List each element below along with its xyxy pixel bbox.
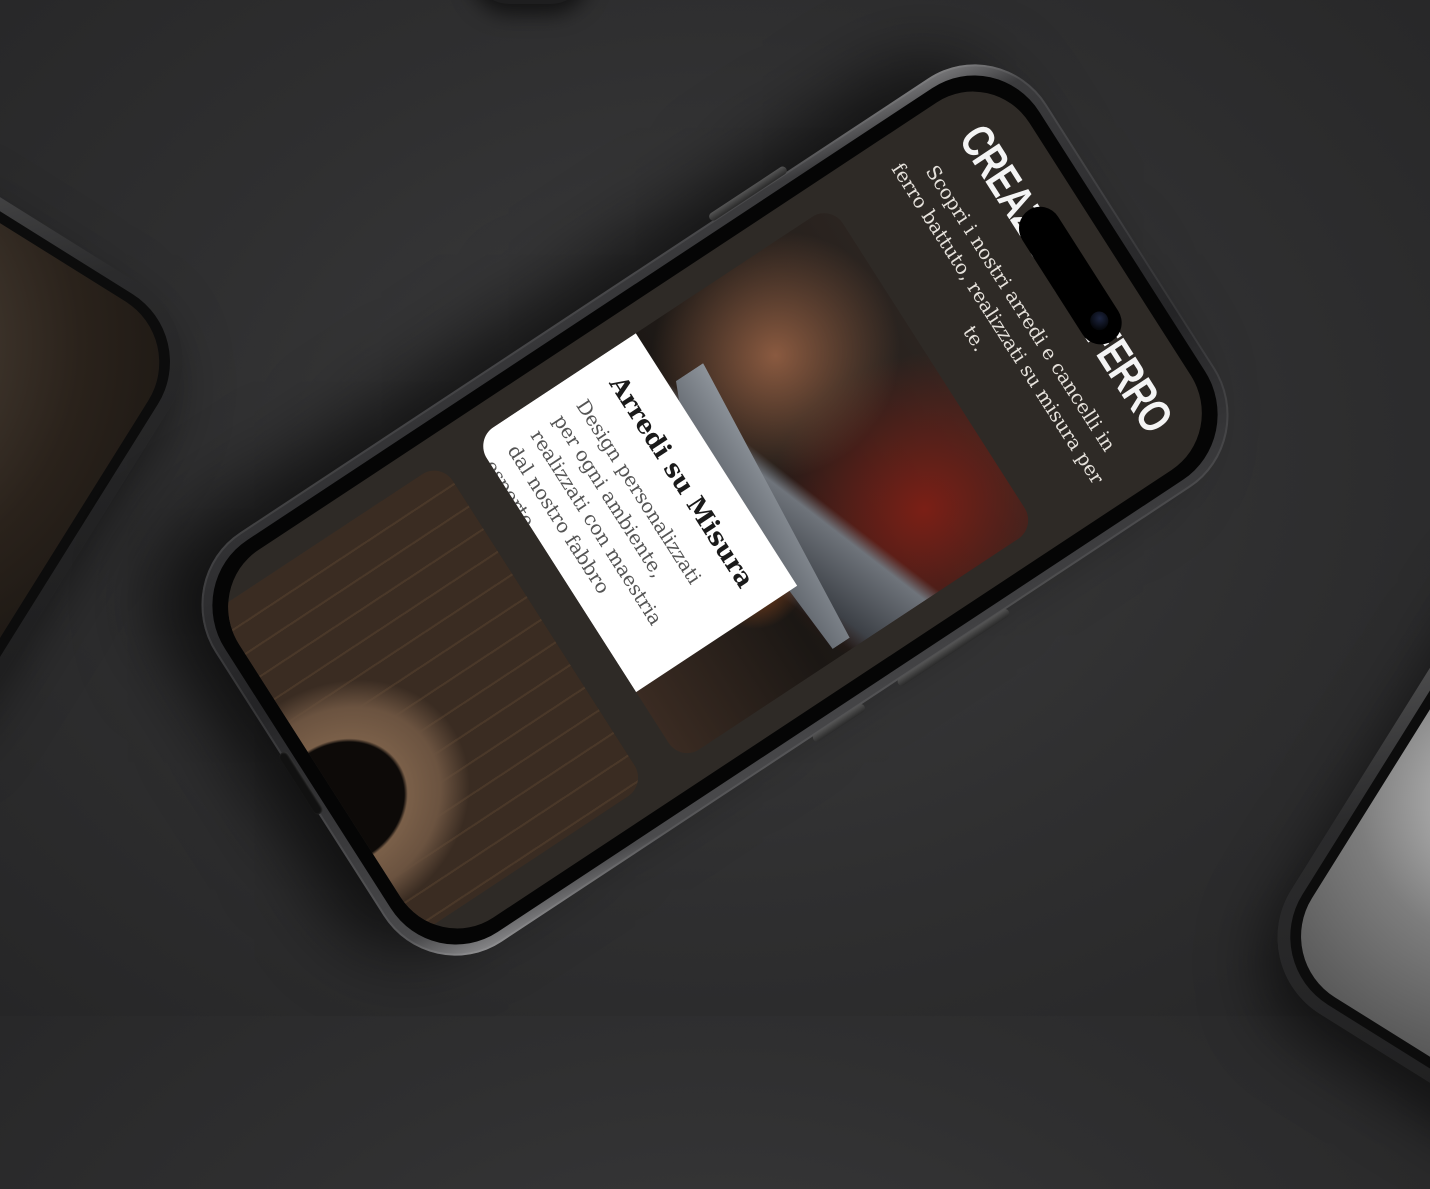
mockup-scene: CREAZIONI IN FERRO Scopri i nostri arred… <box>0 0 1430 1189</box>
right-phone-photo <box>1273 521 1430 1159</box>
front-camera-icon <box>1086 307 1112 334</box>
main-phone-wrapper: CREAZIONI IN FERRO Scopri i nostri arred… <box>168 31 1262 989</box>
phone-bezel: CREAZIONI IN FERRO Scopri i nostri arred… <box>182 45 1248 975</box>
right-phone-screen <box>1260 507 1430 1173</box>
left-phone-screen <box>0 62 201 758</box>
phone-screen[interactable]: CREAZIONI IN FERRO Scopri i nostri arred… <box>202 65 1228 955</box>
right-phone-mockup <box>1243 491 1430 1189</box>
left-phone-mockup <box>0 46 217 774</box>
main-phone: CREAZIONI IN FERRO Scopri i nostri arred… <box>168 31 1262 989</box>
website: CREAZIONI IN FERRO Scopri i nostri arred… <box>202 65 1227 955</box>
top-phone-edge <box>470 0 590 4</box>
left-phone-photo <box>0 76 187 744</box>
